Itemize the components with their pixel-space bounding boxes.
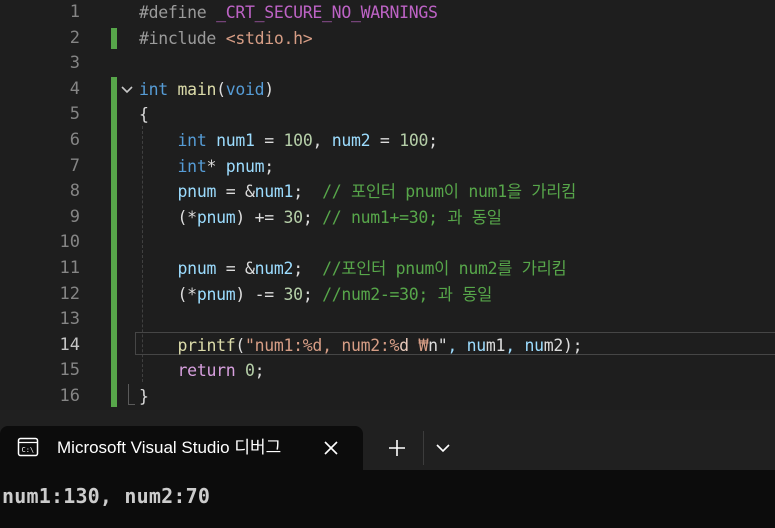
code-text: int* pnum; xyxy=(177,156,275,176)
code-line[interactable]: 5 { xyxy=(0,102,775,128)
code-line[interactable]: 4 int main(void) xyxy=(0,77,775,103)
terminal-tab-bar: C:\ Microsoft Visual Studio 디버그 xyxy=(0,410,775,470)
line-number: 11 xyxy=(59,258,80,278)
code-text: { xyxy=(139,105,149,125)
code-text: } xyxy=(139,387,149,406)
line-number: 14 xyxy=(59,334,80,355)
code-line[interactable]: 6 int num1 = 100, num2 = 100; xyxy=(0,128,775,154)
terminal-tab[interactable]: C:\ Microsoft Visual Studio 디버그 xyxy=(0,426,363,470)
code-text: int num1 = 100, num2 = 100; xyxy=(177,131,438,150)
line-number: 16 xyxy=(59,386,80,406)
code-text: (*pnum) += 30; // num1+=30; 과 동일 xyxy=(139,207,502,227)
code-line[interactable]: 2 #include <stdio.h> xyxy=(0,26,775,52)
code-text: printf("num1:%d, num2:%d ₩n", num1, num2… xyxy=(177,335,583,355)
line-number: 13 xyxy=(59,309,80,330)
line-number: 1 xyxy=(69,2,80,22)
line-number: 9 xyxy=(69,206,80,227)
code-line[interactable]: 12 (*pnum) -= 30; //num2-=30; 과 동일 xyxy=(0,282,775,308)
code-text: #include <stdio.h> xyxy=(139,28,313,48)
code-line[interactable]: 10 xyxy=(0,230,775,256)
code-editor[interactable]: 1 #define _CRT_SECURE_NO_WARNINGS 2 #inc… xyxy=(0,0,775,410)
line-number: 8 xyxy=(69,181,80,202)
code-text: (*pnum) -= 30; //num2-=30; 과 동일 xyxy=(139,284,493,304)
line-number: 4 xyxy=(69,78,80,99)
console-icon: C:\ xyxy=(17,437,39,457)
svg-text:C:\: C:\ xyxy=(22,446,35,454)
code-line[interactable]: 11 pnum = &num2; //포인터 pnum이 num2를 가리킴 xyxy=(0,256,775,282)
plus-icon[interactable] xyxy=(385,436,409,460)
close-icon[interactable] xyxy=(320,437,342,459)
code-text: #define _CRT_SECURE_NO_WARNINGS xyxy=(139,3,438,22)
code-text: return 0; xyxy=(177,361,265,381)
tab-title: Microsoft Visual Studio 디버그 xyxy=(57,438,282,457)
line-number: 3 xyxy=(69,53,80,74)
code-line[interactable]: 13 xyxy=(0,307,775,333)
line-number: 2 xyxy=(69,27,80,48)
code-line[interactable]: 8 pnum = &num1; // 포인터 pnum이 num1을 가리킴 xyxy=(0,179,775,205)
program-output: num1:130, num2:70 xyxy=(2,484,211,508)
code-text: int main(void) xyxy=(139,79,274,99)
line-number: 7 xyxy=(69,155,80,176)
code-line[interactable]: 3 xyxy=(0,51,775,77)
code-line[interactable]: 9 (*pnum) += 30; // num1+=30; 과 동일 xyxy=(0,205,775,231)
code-line[interactable]: 1 #define _CRT_SECURE_NO_WARNINGS xyxy=(0,0,775,26)
terminal-output-area[interactable]: num1:130, num2:70 xyxy=(0,470,775,528)
code-line[interactable]: 7 int* pnum; xyxy=(0,154,775,180)
line-number: 12 xyxy=(59,283,80,304)
divider xyxy=(423,431,424,465)
line-number: 15 xyxy=(59,360,80,381)
code-line[interactable]: 14 printf("num1:%d, num2:%d ₩n", num1, n… xyxy=(0,333,775,359)
line-number: 10 xyxy=(59,232,80,253)
code-text: pnum = &num1; // 포인터 pnum이 num1을 가리킴 xyxy=(177,182,577,202)
line-number: 6 xyxy=(69,130,80,150)
chevron-down-icon[interactable] xyxy=(433,438,453,458)
code-line[interactable]: 15 return 0; xyxy=(0,358,775,384)
code-line[interactable]: 16 } xyxy=(0,384,775,410)
code-text: pnum = &num2; //포인터 pnum이 num2를 가리킴 xyxy=(177,259,567,278)
line-number: 5 xyxy=(69,104,80,125)
